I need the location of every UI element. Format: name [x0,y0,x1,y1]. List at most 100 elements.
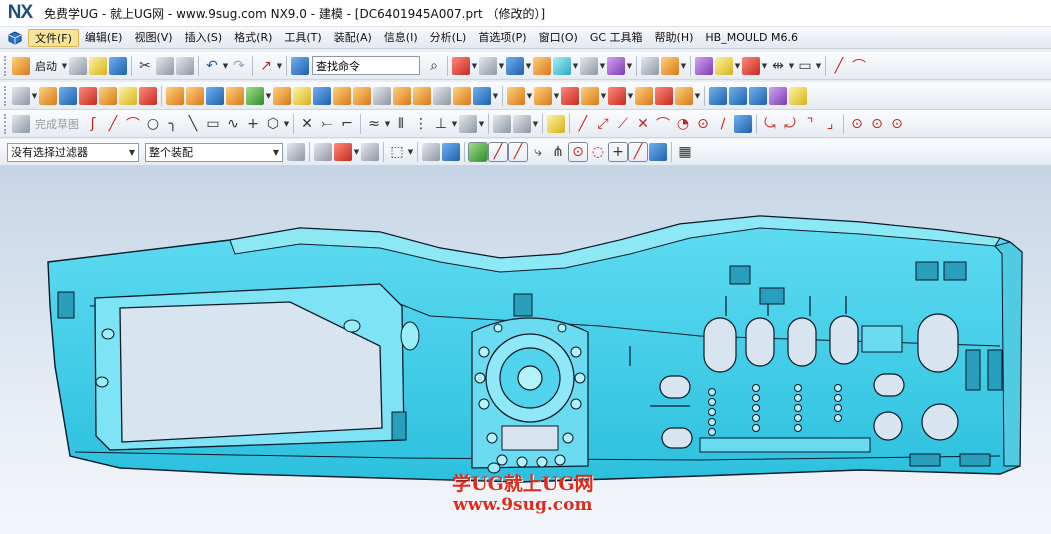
chevron-down-icon[interactable]: ▼ [276,57,283,75]
snap-perp-icon[interactable]: ⤾ [781,115,799,133]
edge-blend-icon[interactable] [166,86,184,105]
pad-icon[interactable] [139,86,157,105]
quick-extend-icon[interactable]: ⤚ [318,115,336,133]
wcs-icon[interactable]: ↗ [257,57,275,75]
extension-icon[interactable] [789,86,807,105]
sync-constrain-icon[interactable] [655,86,673,105]
command-finder-icon[interactable] [291,56,309,75]
sync-resize-icon[interactable] [635,86,653,105]
offset-face-icon[interactable] [313,86,331,105]
studio-surface-icon[interactable] [749,86,767,105]
extrude-icon[interactable] [39,86,57,105]
make-corner-icon[interactable]: ⌐ [338,115,356,133]
scale-body-icon[interactable] [433,86,451,105]
sync-replace-icon[interactable] [581,86,599,105]
select-body-icon[interactable] [422,143,440,161]
search-icon[interactable]: ⌕ [425,57,443,75]
rectangle-icon[interactable]: ▭ [204,115,222,133]
chevron-down-icon[interactable]: ▼ [680,57,687,75]
snap-on-face-icon[interactable] [734,114,752,133]
chevron-down-icon[interactable]: ▼ [626,57,633,75]
control-point-snap-icon[interactable]: ⤷ [529,143,547,161]
chamfer-sketch-icon[interactable]: ╲ [184,115,202,133]
measure-icon[interactable] [695,56,713,75]
chevron-down-icon[interactable]: ▼ [265,87,272,105]
snap-existing-point-icon[interactable]: ⊙ [694,115,712,133]
start-icon[interactable] [12,56,30,75]
sew-icon[interactable] [473,86,491,105]
grid-icon[interactable]: ▦ [676,143,694,161]
offset-curve-icon[interactable]: ≈ [365,115,383,133]
existing-point-snap-icon[interactable]: + [608,142,628,162]
chevron-down-icon[interactable]: ▼ [353,143,360,161]
ruler-icon[interactable]: ▭ [796,57,814,75]
chevron-down-icon[interactable]: ▼ [61,57,68,75]
snap-on-curve-icon[interactable]: ∕ [714,115,732,133]
selection-priority-icon[interactable] [287,143,305,161]
revolve-icon[interactable] [59,86,77,105]
menu-hb-mould[interactable]: HB_MOULD M6.6 [699,29,804,47]
pocket-icon[interactable] [119,86,137,105]
cut-icon[interactable]: ✂ [136,57,154,75]
constraint-icon[interactable] [661,56,679,75]
chevron-down-icon[interactable]: ▼ [734,57,741,75]
n-sided-surface-icon[interactable] [769,86,787,105]
point-on-face-snap-icon[interactable] [649,143,667,161]
unite-icon[interactable] [246,86,264,105]
finish-sketch-icon[interactable] [12,114,30,133]
chevron-down-icon[interactable]: ▼ [532,115,539,133]
chevron-down-icon[interactable]: ▼ [222,57,229,75]
through-curves-icon[interactable] [729,86,747,105]
chevron-down-icon[interactable]: ▼ [498,57,505,75]
project-curve-icon[interactable] [459,114,477,133]
line-icon[interactable]: ╱ [830,57,848,75]
arc-center-snap-icon[interactable]: ⊙ [568,142,588,162]
chevron-down-icon[interactable]: ▼ [451,115,458,133]
chevron-down-icon[interactable]: ▼ [407,143,414,161]
hole-icon[interactable] [79,86,97,105]
chevron-down-icon[interactable]: ▼ [492,87,499,105]
open-folder-icon[interactable] [89,56,107,75]
derived-line-icon[interactable]: ⊥ [432,115,450,133]
start-button[interactable]: 启动 [35,58,57,74]
graphics-window[interactable]: 学UG就上UG网 www.9sug.com [0,166,1051,534]
layer-settings-icon[interactable] [452,56,470,75]
chevron-down-icon[interactable]: ▼ [815,57,822,75]
menu-tools[interactable]: 工具(T) [278,29,327,47]
chevron-down-icon[interactable]: ▼ [627,87,634,105]
menu-assembly[interactable]: 装配(A) [328,29,378,47]
dimension-icon[interactable]: ⇹ [769,57,787,75]
render-style-icon[interactable] [479,56,497,75]
copy-icon[interactable] [156,56,174,75]
paste-icon[interactable] [176,56,194,75]
save-icon[interactable] [109,56,127,75]
new-file-icon[interactable] [69,56,87,75]
sketch-line-icon[interactable]: ╱ [104,115,122,133]
chevron-down-icon[interactable]: ▼ [478,115,485,133]
redo-icon[interactable]: ↷ [230,57,248,75]
snap-tangent-icon[interactable]: ⤿ [761,115,779,133]
trim-body-icon[interactable] [273,86,291,105]
snap-endpoint-icon[interactable]: ╱ [574,115,592,133]
shell-icon[interactable] [206,86,224,105]
quick-trim-icon[interactable]: ✕ [298,115,316,133]
toolbar-grip[interactable] [4,85,8,106]
sync-copy-face-icon[interactable] [675,86,693,105]
chevron-down-icon[interactable]: ▼ [599,57,606,75]
intersection-snap-icon[interactable]: ⋔ [549,143,567,161]
menu-information[interactable]: 信息(I) [378,29,424,47]
menu-help[interactable]: 帮助(H) [649,29,700,47]
snap-intersection-icon[interactable]: ✕ [634,115,652,133]
chevron-down-icon[interactable]: ▼ [526,87,533,105]
point-icon[interactable]: + [244,115,262,133]
snap-center-icon[interactable]: ⊙ [848,115,866,133]
section-view-icon[interactable] [553,56,571,75]
curve-rule-icon[interactable] [334,143,352,161]
fillet-icon[interactable]: ╮ [164,115,182,133]
menu-gc-toolbox[interactable]: GC 工具箱 [584,29,649,47]
replace-face-icon[interactable] [333,86,351,105]
selection-scope-select[interactable]: 整个装配 ▼ [145,142,283,162]
view-orient-icon[interactable] [533,56,551,75]
assembly-navigator-icon[interactable] [641,56,659,75]
finish-sketch-button[interactable]: 完成草图 [35,116,79,132]
